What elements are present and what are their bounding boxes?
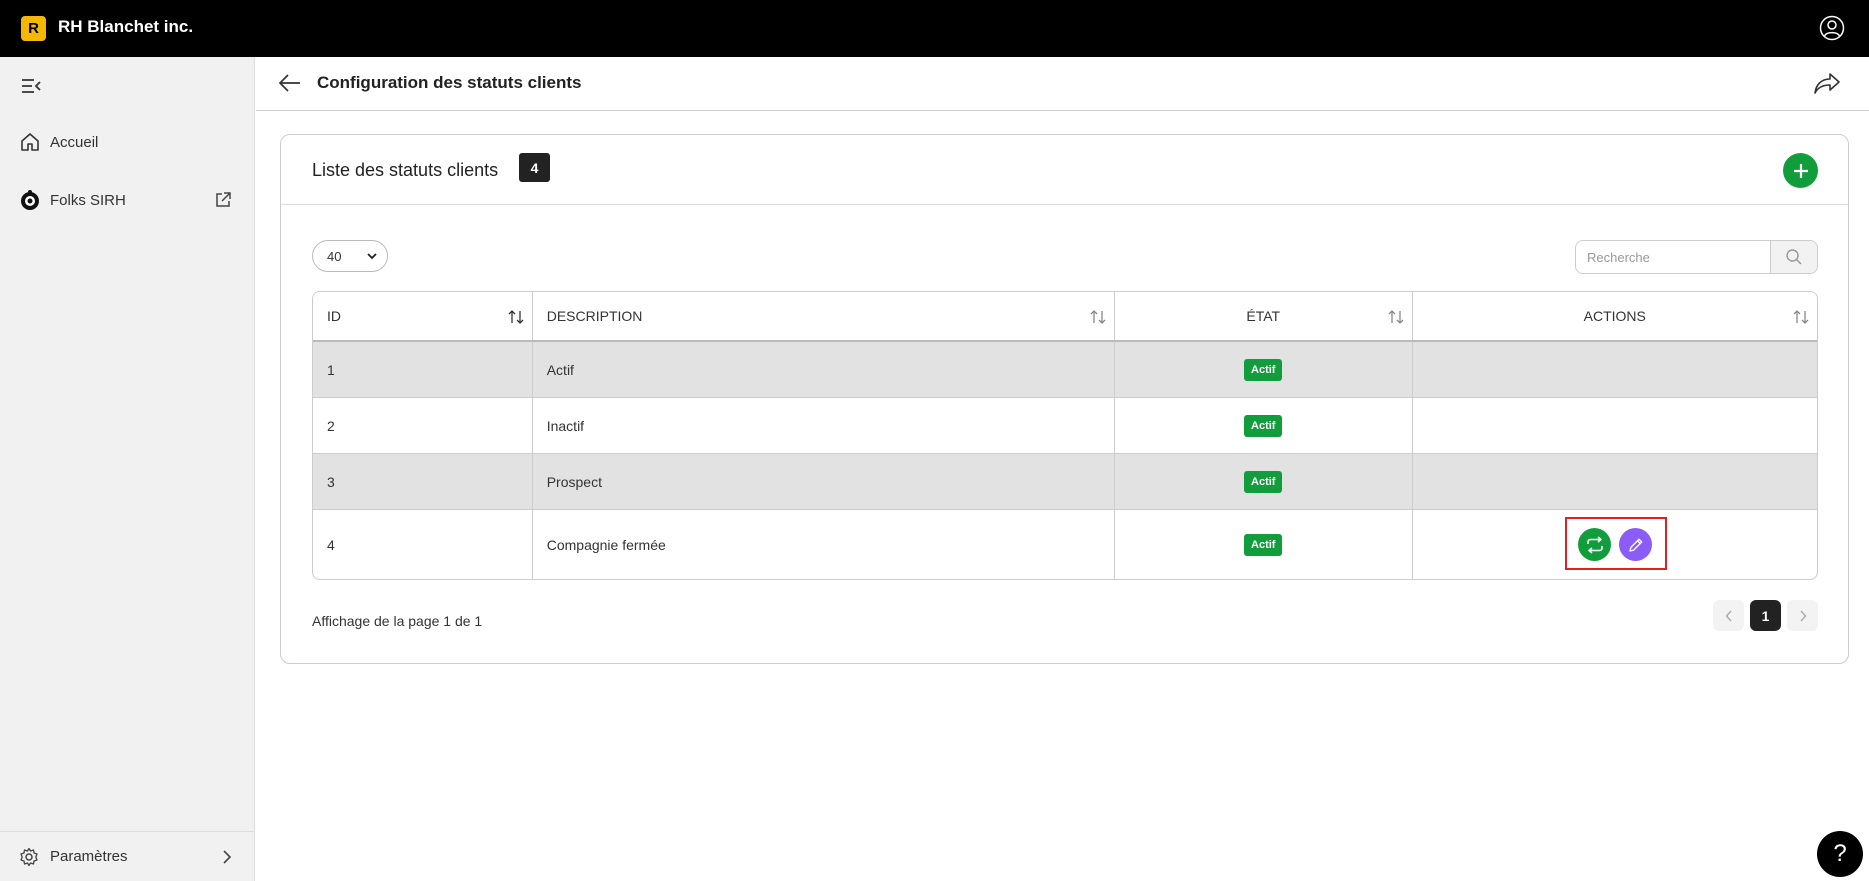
sidebar-item-label: Accueil [50,133,99,151]
company-logo: R [21,16,46,41]
row-actions-highlight [1565,517,1667,570]
chevron-left-icon [1725,610,1732,621]
page-size-select[interactable]: 40 [312,240,388,272]
page-button[interactable]: 1 [1750,600,1781,631]
statuses-card: Liste des statuts clients 4 40 ID [280,134,1849,664]
status-badge: Actif [1244,358,1283,381]
search-input[interactable] [1576,241,1772,273]
pagination: 1 [1713,600,1818,631]
cell-description: Prospect [533,454,1115,509]
back-arrow-icon[interactable] [278,72,302,94]
cell-actions [1413,342,1817,397]
status-badge: Actif [1244,533,1283,556]
chevron-right-icon [223,849,232,864]
plus-icon [1793,163,1808,178]
company-name: RH Blanchet inc. [58,17,194,36]
count-badge: 4 [519,153,550,182]
sidebar-item-label: Folks SIRH [50,191,126,209]
share-icon[interactable] [1813,71,1841,95]
table-row[interactable]: 3 Prospect Actif [313,454,1817,510]
sort-icon[interactable] [508,310,524,324]
add-status-button[interactable] [1783,153,1818,188]
status-badge: Actif [1244,470,1283,493]
chevron-right-icon [1799,610,1806,621]
cell-id: 3 [313,454,533,509]
previous-page-button[interactable] [1713,600,1744,631]
sort-icon[interactable] [1793,310,1809,324]
cell-etat: Actif [1115,510,1413,579]
home-icon [21,133,39,151]
sidebar-item-folks-sirh[interactable]: Folks SIRH [0,180,255,220]
page-size-value: 40 [327,248,342,264]
cell-id: 1 [313,342,533,397]
chevron-down-icon [367,253,377,260]
sidebar-item-parametres[interactable]: Paramètres [0,831,255,881]
cell-id: 2 [313,398,533,453]
sort-icon[interactable] [1388,310,1404,324]
column-header-actions[interactable]: ACTIONS [1413,292,1817,340]
sidebar-item-label: Paramètres [50,848,128,865]
collapse-sidebar-icon[interactable] [21,78,41,94]
search-box [1575,240,1818,274]
cell-actions [1413,454,1817,509]
toggle-status-button[interactable] [1578,528,1611,561]
cell-etat: Actif [1115,454,1413,509]
external-link-icon [216,192,231,207]
edit-button[interactable] [1619,528,1652,561]
gear-icon [20,847,38,866]
table-header-row: ID DESCRIPTION ÉTAT ACTIONS [313,292,1817,342]
cell-actions [1413,398,1817,453]
column-header-id[interactable]: ID [313,292,533,340]
sidebar-item-accueil[interactable]: Accueil [0,122,255,162]
page-info: Affichage de la page 1 de 1 [312,613,483,629]
folks-logo-icon [21,190,39,210]
sidebar: Accueil Folks SIRH Paramètres [0,57,255,881]
next-page-button[interactable] [1787,600,1818,631]
sort-icon[interactable] [1090,310,1106,324]
page-title: Configuration des statuts clients [317,73,582,92]
search-icon [1786,249,1802,265]
cell-description: Inactif [533,398,1115,453]
status-badge: Actif [1244,414,1283,437]
table-row[interactable]: 1 Actif Actif [313,342,1817,398]
pencil-icon [1628,538,1642,552]
cell-description: Compagnie fermée [533,510,1115,579]
search-button[interactable] [1771,241,1817,273]
swap-arrows-icon [1586,535,1603,554]
cell-etat: Actif [1115,398,1413,453]
help-button[interactable]: ? [1817,831,1863,877]
table-row[interactable]: 2 Inactif Actif [313,398,1817,454]
card-header: Liste des statuts clients 4 [281,135,1848,205]
card-title: Liste des statuts clients [312,160,499,180]
cell-description: Actif [533,342,1115,397]
cell-etat: Actif [1115,342,1413,397]
top-bar: R RH Blanchet inc. [0,0,1869,57]
column-header-description[interactable]: DESCRIPTION [533,292,1115,340]
user-account-icon[interactable] [1819,15,1845,41]
page-header: Configuration des statuts clients [256,57,1869,111]
cell-id: 4 [313,510,533,579]
column-header-etat[interactable]: ÉTAT [1115,292,1413,340]
